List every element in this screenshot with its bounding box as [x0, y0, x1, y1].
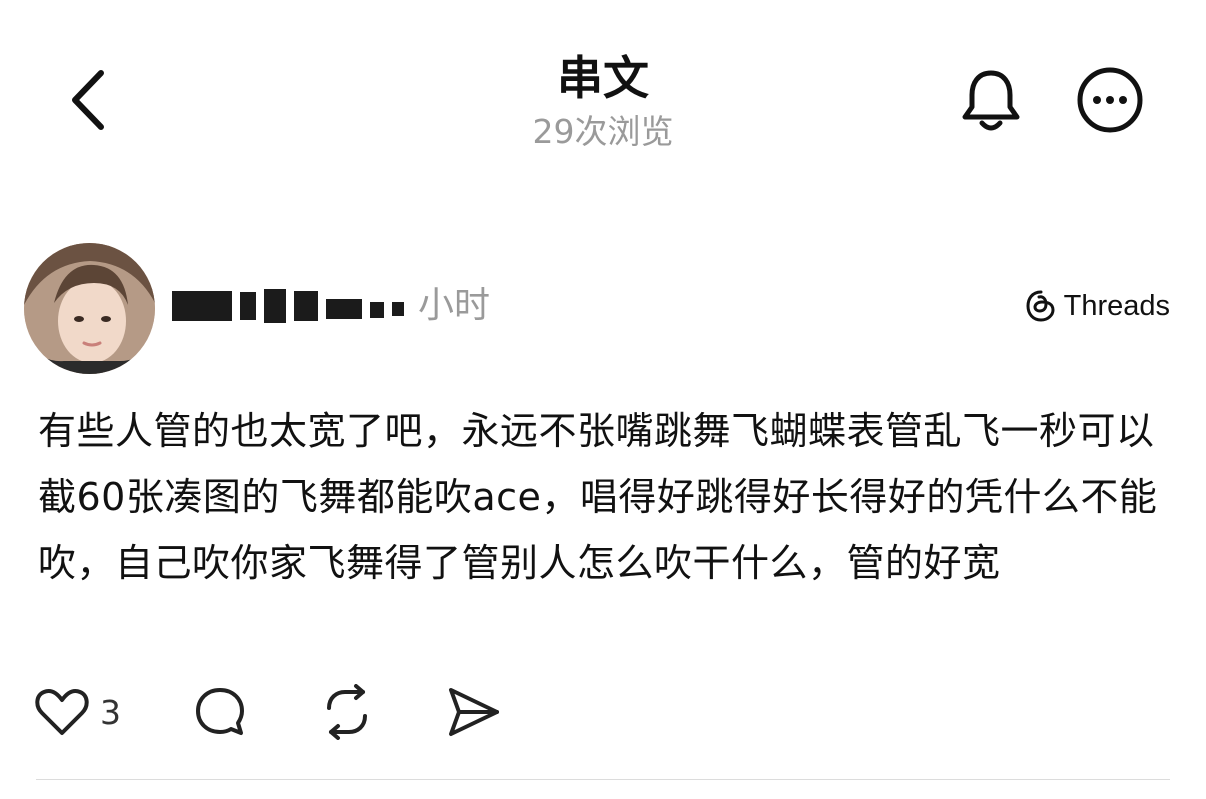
title-block: 串文 29次浏览	[403, 48, 803, 154]
like-count: 3	[100, 692, 121, 732]
heart-icon	[35, 689, 89, 735]
avatar-photo	[24, 243, 155, 374]
redacted-username[interactable]	[172, 278, 412, 334]
repost-icon	[327, 684, 367, 740]
bell-icon	[962, 70, 1020, 131]
post-actions: 3	[34, 680, 501, 744]
page-title: 串文	[557, 51, 649, 105]
top-bar: 串文 29次浏览	[0, 0, 1206, 170]
author-row: 小时	[172, 278, 490, 334]
threads-badge[interactable]: Threads	[1026, 286, 1170, 326]
more-horizontal-icon	[1077, 67, 1143, 133]
threads-logo-icon	[1026, 290, 1055, 322]
threads-label: Threads	[1063, 289, 1170, 322]
repost-button[interactable]	[319, 680, 375, 744]
comment-bubble-icon	[196, 688, 244, 735]
send-icon	[449, 688, 499, 736]
comment-button[interactable]	[193, 680, 247, 744]
post-text: 有些人管的也太宽了吧，永远不张嘴跳舞飞蝴蝶表管乱飞一秒可以截60张凑图的飞舞都能…	[38, 409, 1158, 585]
view-count: 29次浏览	[532, 112, 674, 151]
more-options-button[interactable]	[1072, 62, 1148, 138]
avatar[interactable]	[24, 243, 155, 374]
chevron-left-icon	[72, 70, 104, 130]
post-time: 小时	[418, 285, 491, 326]
like-button[interactable]: 3	[34, 680, 193, 744]
divider	[36, 779, 1170, 780]
back-button[interactable]	[52, 62, 122, 138]
notification-button[interactable]	[956, 62, 1026, 138]
share-button[interactable]	[447, 680, 501, 744]
